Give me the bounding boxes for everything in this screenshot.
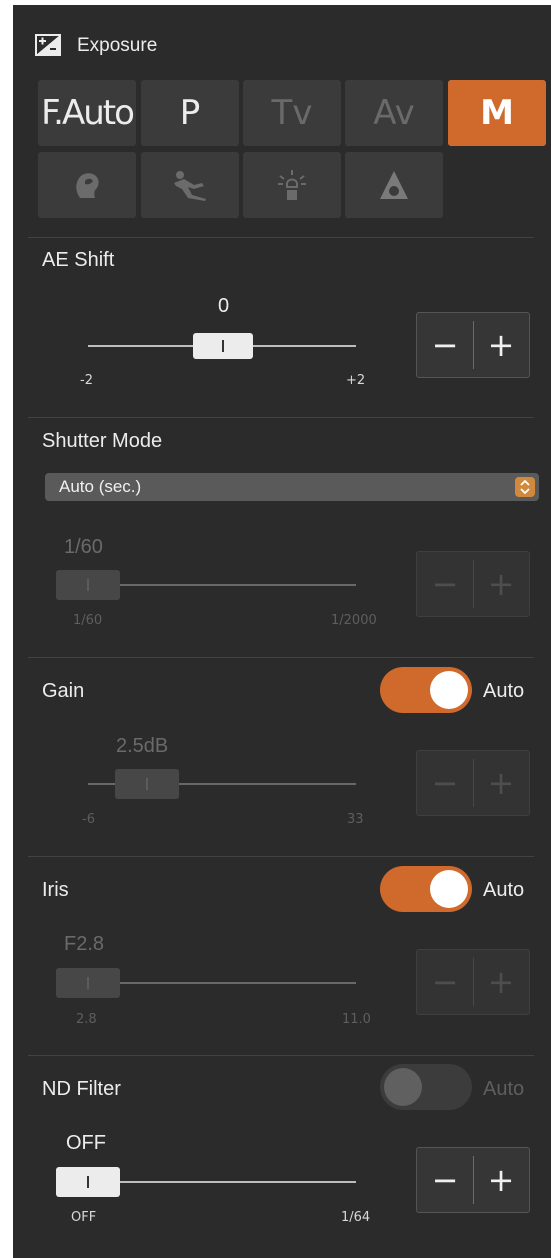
- divider: [28, 856, 534, 857]
- sports-icon: [174, 171, 206, 201]
- iris-value: F2.8: [64, 933, 105, 955]
- nd-filter-label: ND Filter: [42, 1078, 121, 1100]
- gain-auto-toggle[interactable]: [380, 667, 472, 713]
- mode-button-f-auto[interactable]: F.Auto: [38, 80, 136, 146]
- scene-button-sports[interactable]: [141, 152, 239, 218]
- chevron-up-down-icon: [515, 477, 535, 497]
- nd-filter-auto-toggle[interactable]: [380, 1064, 472, 1110]
- iris-auto-label: Auto: [483, 879, 525, 901]
- nd-filter-slider-thumb[interactable]: [56, 1167, 120, 1197]
- divider: [28, 237, 534, 238]
- shutter-mode-selected: Auto (sec.): [59, 477, 142, 496]
- mode-button-tv[interactable]: Tv: [243, 80, 341, 146]
- divider: [28, 1055, 534, 1056]
- iris-minus-button[interactable]: −: [417, 950, 473, 1014]
- iris-plus-button[interactable]: +: [473, 950, 529, 1014]
- ae-shift-minus-button[interactable]: −: [417, 313, 473, 377]
- shutter-plus-button[interactable]: +: [473, 552, 529, 616]
- gain-min-label: -6: [82, 812, 95, 827]
- shutter-minus-button[interactable]: −: [417, 552, 473, 616]
- divider: [28, 657, 534, 658]
- ae-shift-slider-thumb[interactable]: [193, 333, 253, 359]
- shutter-value: 1/60: [64, 536, 103, 558]
- nd-filter-auto-label: Auto: [483, 1078, 525, 1100]
- divider: [28, 417, 534, 418]
- panel-title: Exposure: [77, 35, 158, 56]
- gain-stepper: − +: [416, 750, 530, 816]
- low-light-icon: [380, 171, 408, 199]
- shutter-stepper: − +: [416, 551, 530, 617]
- iris-label: Iris: [42, 879, 69, 901]
- gain-value: 2.5dB: [116, 735, 169, 757]
- mode-button-m[interactable]: M: [448, 80, 546, 146]
- gain-max-label: 33: [347, 812, 364, 827]
- nd-filter-plus-button[interactable]: +: [473, 1148, 529, 1212]
- gain-auto-label: Auto: [483, 680, 525, 702]
- iris-max-label: 11.0: [342, 1012, 371, 1027]
- iris-slider-thumb[interactable]: [56, 968, 120, 998]
- scene-button-spotlight[interactable]: [243, 152, 341, 218]
- iris-stepper: − +: [416, 949, 530, 1015]
- ae-shift-max-label: +2: [346, 373, 366, 388]
- iris-min-label: 2.8: [76, 1012, 97, 1027]
- ae-shift-value: 0: [218, 295, 230, 317]
- spotlight-icon: [278, 170, 306, 200]
- gain-minus-button[interactable]: −: [417, 751, 473, 815]
- scene-button-low-light[interactable]: [345, 152, 443, 218]
- ae-shift-plus-button[interactable]: +: [473, 313, 529, 377]
- exposure-compensation-icon: [35, 34, 61, 56]
- shutter-mode-label: Shutter Mode: [42, 430, 163, 452]
- shutter-slider-thumb[interactable]: [56, 570, 120, 600]
- ae-shift-label: AE Shift: [42, 249, 115, 271]
- shutter-mode-select[interactable]: Auto (sec.): [45, 473, 539, 501]
- mode-button-av[interactable]: Av: [345, 80, 443, 146]
- gain-plus-button[interactable]: +: [473, 751, 529, 815]
- portrait-icon: [76, 173, 99, 198]
- gain-label: Gain: [42, 680, 85, 702]
- scene-button-portrait[interactable]: [38, 152, 136, 218]
- nd-filter-stepper: − +: [416, 1147, 530, 1213]
- iris-auto-toggle[interactable]: [380, 866, 472, 912]
- shutter-min-label: 1/60: [73, 613, 103, 628]
- shutter-max-label: 1/2000: [331, 613, 377, 628]
- mode-button-p[interactable]: P: [141, 80, 239, 146]
- gain-slider-thumb[interactable]: [115, 769, 179, 799]
- nd-filter-minus-button[interactable]: −: [417, 1148, 473, 1212]
- nd-filter-value: OFF: [66, 1132, 106, 1154]
- ae-shift-stepper: − +: [416, 312, 530, 378]
- nd-filter-max-label: 1/64: [341, 1210, 371, 1225]
- nd-filter-min-label: OFF: [71, 1210, 97, 1225]
- ae-shift-min-label: -2: [80, 373, 93, 388]
